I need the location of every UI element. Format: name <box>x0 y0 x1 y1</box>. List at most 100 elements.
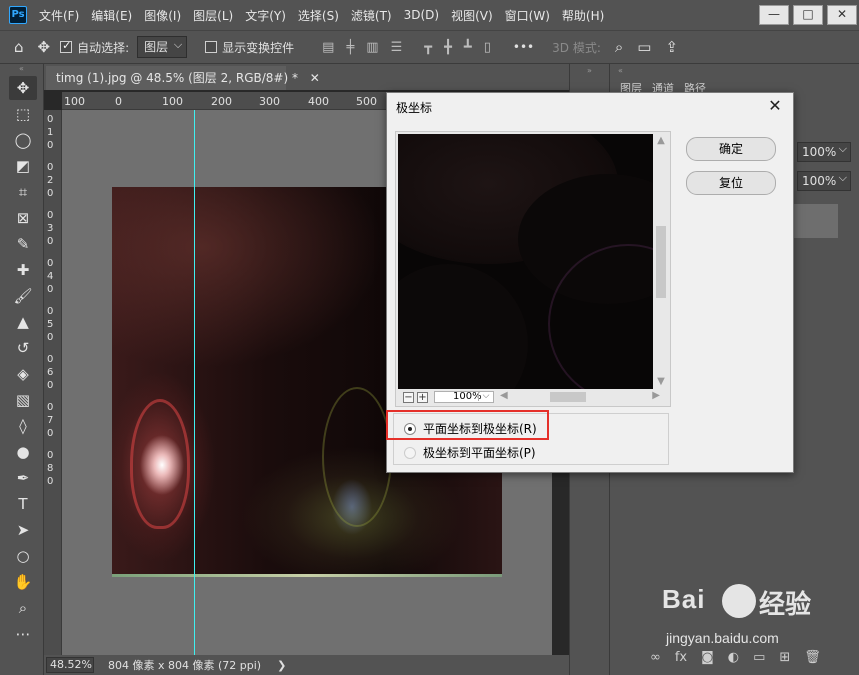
menu-filter[interactable]: 滤镜(T) <box>351 7 392 24</box>
show-transform-checkbox[interactable] <box>205 41 218 53</box>
menu-edit[interactable]: 编辑(E) <box>91 7 132 24</box>
ruler-tick: 0 <box>47 306 54 317</box>
ruler-tick: 100 <box>162 95 183 108</box>
ruler-tick: 0 <box>47 450 54 461</box>
preview-vertical-scrollbar[interactable]: ▲ ▼ <box>654 134 668 389</box>
option-label: 极坐标到平面坐标(P) <box>423 446 536 460</box>
preview-zoom-select[interactable]: 100% <box>434 391 494 403</box>
ok-button[interactable]: 确定 <box>686 137 776 161</box>
align-center-icon[interactable]: ╪ <box>346 40 354 55</box>
maximize-button[interactable]: □ <box>793 5 823 25</box>
guide-line[interactable] <box>194 110 195 655</box>
marquee-tool[interactable]: ⬚ <box>9 102 37 126</box>
ruler-tick: 0 <box>47 258 54 269</box>
fill-field[interactable]: 100% <box>797 169 851 191</box>
status-arrow-icon[interactable]: ❯ <box>277 659 286 672</box>
zoom-in-button[interactable]: + <box>417 391 428 403</box>
home-icon[interactable]: ⌂ <box>14 38 24 56</box>
brush-tool[interactable]: 🖌 <box>9 284 37 308</box>
document-tab-title: timg (1).jpg @ 48.5% (图层 2, RGB/8#) * <box>56 71 298 85</box>
document-tab[interactable]: timg (1).jpg @ 48.5% (图层 2, RGB/8#) * ✕ <box>46 66 320 90</box>
ruler-tick: 5 <box>47 319 54 330</box>
move-tool-icon[interactable]: ✥ <box>38 38 51 56</box>
ruler-tick: 6 <box>47 367 54 378</box>
object-select-tool[interactable]: ◩ <box>9 154 37 178</box>
dodge-tool[interactable]: ● <box>9 440 37 464</box>
scroll-thumb[interactable] <box>656 226 666 298</box>
ruler-tick: 7 <box>47 415 54 426</box>
radio-button[interactable] <box>404 446 416 459</box>
preview-frame: ▲ ▼ − + 100% ◀ ▶ <box>395 131 671 407</box>
workspace-icon[interactable]: ▭ <box>637 38 651 56</box>
align-top-icon[interactable]: ┳ <box>424 40 432 55</box>
share-icon[interactable]: ⇪ <box>665 38 678 56</box>
crop-tool[interactable]: ⌗ <box>9 180 37 204</box>
scroll-up-icon[interactable]: ▲ <box>654 134 668 148</box>
menu-type[interactable]: 文字(Y) <box>245 7 286 24</box>
tab-close-icon[interactable]: ✕ <box>310 71 320 85</box>
search-icon[interactable]: ⌕ <box>615 38 623 56</box>
hand-tool[interactable]: ✋ <box>9 570 37 594</box>
eyedropper-tool[interactable]: ✎ <box>9 232 37 256</box>
ruler-tick: 2 <box>47 175 54 186</box>
reset-button[interactable]: 复位 <box>686 171 776 195</box>
menu-image[interactable]: 图像(I) <box>144 7 181 24</box>
panel-grip-icon[interactable]: « <box>0 64 43 74</box>
dialog-close-icon[interactable]: ✕ <box>765 96 785 115</box>
opacity-field[interactable]: 100% <box>797 140 851 162</box>
healing-tool[interactable]: ✚ <box>9 258 37 282</box>
more-tools[interactable]: ⋯ <box>9 622 37 646</box>
zoom-out-button[interactable]: − <box>403 391 414 403</box>
move-tool[interactable]: ✥ <box>9 76 37 100</box>
align-left-icon[interactable]: ▤ <box>322 40 334 55</box>
panel-collapse-icon[interactable]: » <box>570 66 609 75</box>
preview-zoom-row: − + 100% ◀ ▶ <box>398 390 668 404</box>
path-select-tool[interactable]: ➤ <box>9 518 37 542</box>
menu-layer[interactable]: 图层(L) <box>193 7 233 24</box>
align-middle-icon[interactable]: ╋ <box>444 40 452 55</box>
menu-file[interactable]: 文件(F) <box>39 7 79 24</box>
more-options-button[interactable]: ••• <box>513 40 534 54</box>
eraser-tool[interactable]: ◈ <box>9 362 37 386</box>
stamp-tool[interactable]: ▲ <box>9 310 37 334</box>
menu-select[interactable]: 选择(S) <box>298 7 339 24</box>
filter-preview[interactable] <box>398 134 653 389</box>
align-bottom-icon[interactable]: ┻ <box>464 40 472 55</box>
lasso-tool[interactable]: ◯ <box>9 128 37 152</box>
frame-tool[interactable]: ⊠ <box>9 206 37 230</box>
ellipse-tool[interactable]: ○ <box>9 544 37 568</box>
align-right-icon[interactable]: ▥ <box>366 40 378 55</box>
scroll-thumb[interactable] <box>550 392 586 402</box>
distribute-icon[interactable]: ☰ <box>391 40 403 55</box>
menu-bar: Ps 文件(F) 编辑(E) 图像(I) 图层(L) 文字(Y) 选择(S) 滤… <box>0 0 859 30</box>
panel-expand-icon[interactable]: « <box>618 66 623 75</box>
minimize-button[interactable]: — <box>759 5 789 25</box>
show-transform-label: 显示变换控件 <box>222 40 295 55</box>
ruler-tick: 0 <box>47 140 54 151</box>
scroll-right-icon[interactable]: ▶ <box>652 390 660 401</box>
preview-horizontal-scrollbar[interactable]: ◀ ▶ <box>500 390 668 403</box>
option-polar-to-rect[interactable]: 极坐标到平面坐标(P) <box>404 444 536 461</box>
menu-3d[interactable]: 3D(D) <box>404 8 439 22</box>
zoom-level-field[interactable]: 48.52% <box>46 657 94 673</box>
link-icon[interactable]: ∞ <box>650 650 661 665</box>
zoom-tool[interactable]: ⌕ <box>9 596 37 620</box>
menu-window[interactable]: 窗口(W) <box>505 7 550 24</box>
ruler-tick: 0 <box>47 162 54 173</box>
pen-tool[interactable]: ✒ <box>9 466 37 490</box>
scroll-left-icon[interactable]: ◀ <box>500 390 508 401</box>
auto-select-dropdown[interactable]: 图层 <box>137 35 188 58</box>
type-tool[interactable]: T <box>9 492 37 516</box>
distribute-v-icon[interactable]: ▯ <box>484 40 491 55</box>
menu-help[interactable]: 帮助(H) <box>562 7 604 24</box>
ruler-tick: 500 <box>356 95 377 108</box>
scroll-down-icon[interactable]: ▼ <box>654 375 668 389</box>
ruler-vertical[interactable]: 0 1 0 0 2 0 0 3 0 0 4 0 0 5 0 0 6 0 0 7 0 0 8 0 <box>44 110 62 655</box>
history-brush-tool[interactable]: ↺ <box>9 336 37 360</box>
menu-view[interactable]: 视图(V) <box>451 7 493 24</box>
close-window-button[interactable]: ✕ <box>827 5 857 25</box>
auto-select-checkbox[interactable] <box>60 39 73 53</box>
blur-tool[interactable]: ◊ <box>9 414 37 438</box>
ruler-tick: 3 <box>47 223 54 234</box>
gradient-tool[interactable]: ▧ <box>9 388 37 412</box>
